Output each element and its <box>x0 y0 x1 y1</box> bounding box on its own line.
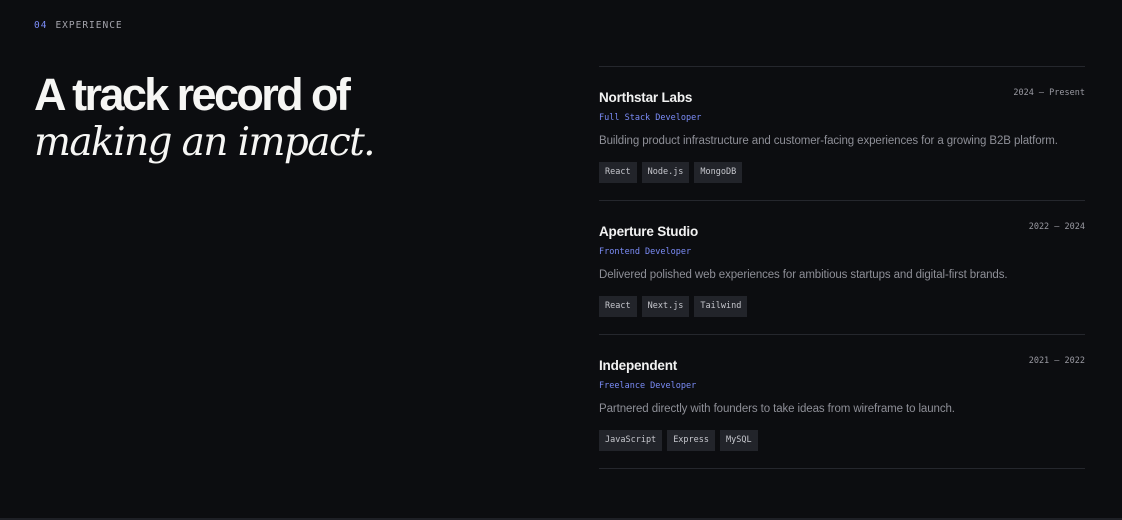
employment-dates: 2021 — 2022 <box>1028 356 1085 366</box>
headline-line-2: making an impact. <box>34 120 376 165</box>
section-title: EXPERIENCE <box>55 20 123 31</box>
tech-tag: MongoDB <box>694 162 743 183</box>
tech-tag: JavaScript <box>599 430 663 451</box>
tech-tag: Next.js <box>641 296 690 317</box>
tech-tag: Express <box>667 430 716 451</box>
section-headline: A track record of making an impact. <box>34 69 376 166</box>
experience-item-northstar-labs: Northstar Labs 2024 — Present Full Stack… <box>599 67 1085 201</box>
tech-tag-list: React Node.js MongoDB <box>599 162 743 183</box>
tech-tag-list: React Next.js Tailwind <box>599 296 748 317</box>
tech-tag-list: JavaScript Express MySQL <box>599 430 758 451</box>
section-number: 04 <box>34 20 48 31</box>
section-label: 04 EXPERIENCE <box>34 20 123 31</box>
job-role: Full Stack Developer <box>599 113 702 123</box>
company-name: Independent <box>599 358 678 373</box>
employment-dates: 2022 — 2024 <box>1028 222 1085 232</box>
company-name: Aperture Studio <box>599 224 699 239</box>
job-role: Frontend Developer <box>599 247 692 257</box>
employment-dates: 2024 — Present <box>1013 88 1085 98</box>
tech-tag: MySQL <box>720 430 758 451</box>
headline-line-1: A track record of <box>34 69 351 120</box>
job-description: Delivered polished web experiences for a… <box>599 269 1008 281</box>
company-name: Northstar Labs <box>599 90 693 105</box>
tech-tag: React <box>599 162 637 183</box>
job-role: Freelance Developer <box>599 381 697 391</box>
tech-tag: Tailwind <box>694 296 748 317</box>
experience-item-independent: Independent 2021 — 2022 Freelance Develo… <box>599 335 1085 469</box>
tech-tag: React <box>599 296 637 317</box>
job-description: Partnered directly with founders to take… <box>599 403 955 415</box>
experience-list: Northstar Labs 2024 — Present Full Stack… <box>599 66 1085 469</box>
job-description: Building product infrastructure and cust… <box>599 135 1058 147</box>
tech-tag: Node.js <box>641 162 690 183</box>
experience-item-aperture-studio: Aperture Studio 2022 — 2024 Frontend Dev… <box>599 201 1085 335</box>
